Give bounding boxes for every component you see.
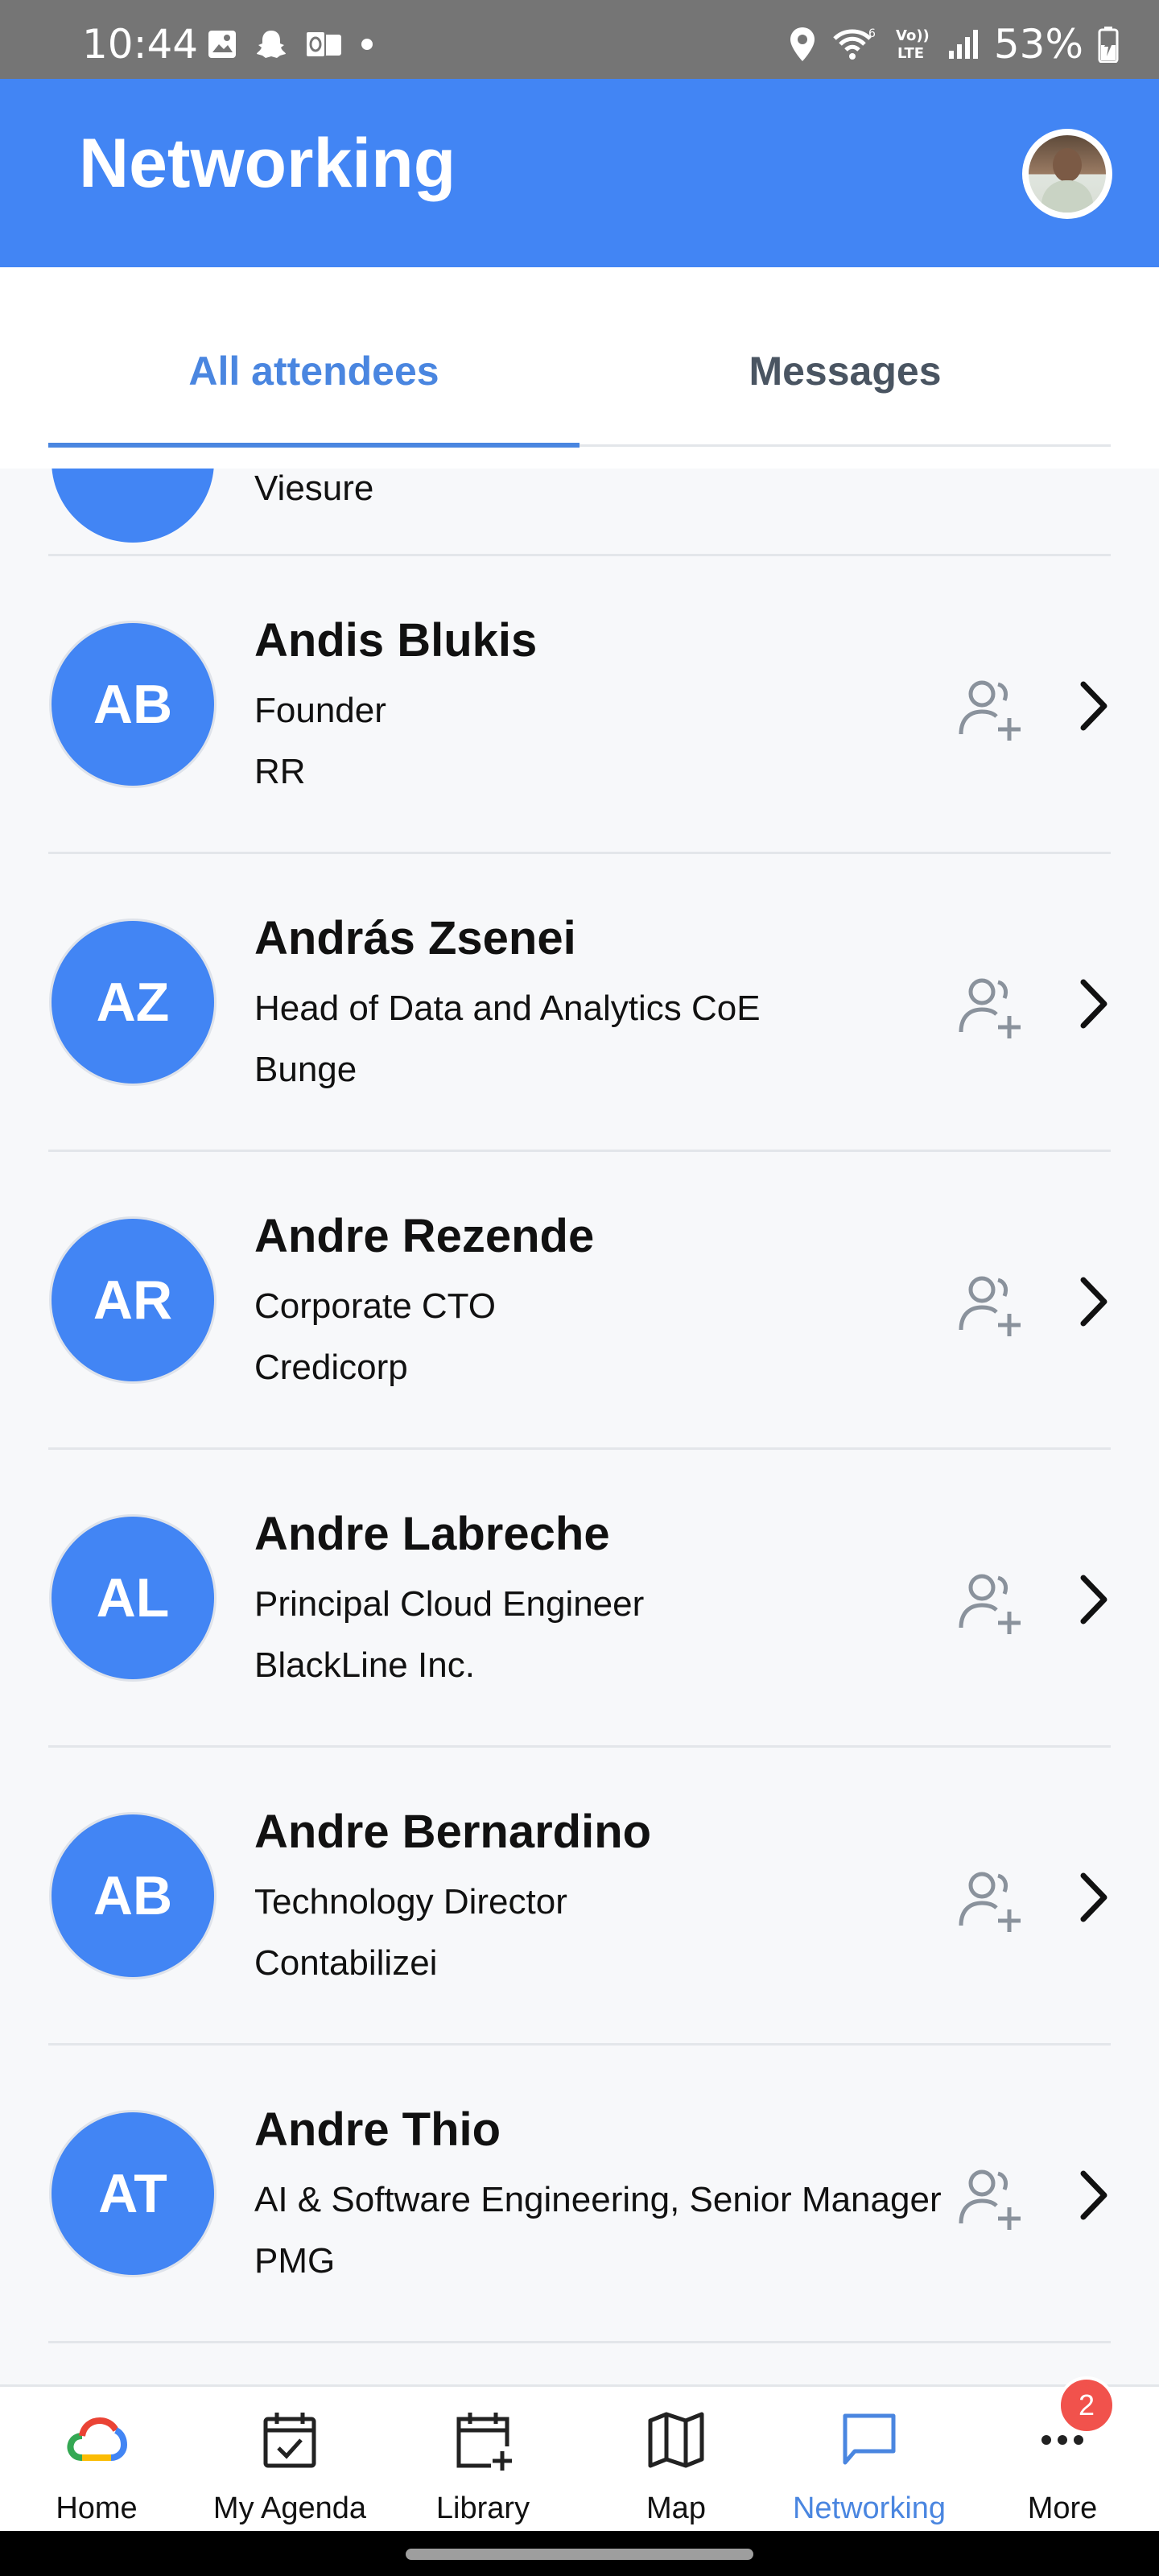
app-bar: Networking <box>0 79 1159 267</box>
system-icons: 6 Vo)) LTE 53% <box>788 21 1119 68</box>
attendee-name: Andre Labreche <box>254 1508 610 1560</box>
volte-icon: Vo))LTE <box>896 27 930 62</box>
chevron-right-icon[interactable] <box>1074 976 1114 1032</box>
location-icon <box>790 27 815 61</box>
status-bar: 10:44 6 Vo)) LTE 53% <box>0 0 1159 79</box>
tab-bar: All attendees Messages <box>0 267 1159 469</box>
map-icon <box>648 2412 704 2468</box>
attendee-avatar <box>52 469 214 543</box>
battery-percent: 53% <box>993 21 1083 68</box>
calendar-check-icon <box>263 2413 316 2468</box>
add-contact-icon[interactable] <box>958 972 1027 1042</box>
notification-icons <box>206 27 375 61</box>
notification-badge: 2 <box>1058 2376 1116 2434</box>
nav-library-label: Library <box>435 2491 530 2525</box>
attendee-avatar: AR <box>52 1219 214 1381</box>
attendee-avatar: AT <box>52 2112 214 2275</box>
nav-networking[interactable]: Networking <box>773 2403 966 2525</box>
chevron-right-icon[interactable] <box>1074 1869 1114 1926</box>
nav-networking-label: Networking <box>792 2491 947 2525</box>
avatar-photo <box>1029 135 1106 213</box>
list-divider <box>48 2341 1111 2343</box>
add-contact-icon[interactable] <box>958 2164 1027 2233</box>
svg-text:LTE: LTE <box>897 45 924 62</box>
attendee-company: BlackLine Inc. <box>254 1645 475 1685</box>
tab-active-indicator <box>48 443 580 448</box>
svg-text:Vo)): Vo)) <box>896 27 930 44</box>
list-item[interactable]: AB Andre Bernardino Technology Director … <box>0 1747 1159 2045</box>
calendar-add-icon <box>456 2413 512 2471</box>
list-item[interactable]: AB Andis Blukis Founder RR <box>0 555 1159 853</box>
page-title: Networking <box>79 125 456 202</box>
attendee-company: RR <box>254 752 306 791</box>
nav-my-agenda-label: My Agenda <box>212 2491 367 2525</box>
bottom-navigation: Home My Agenda Library Map Networking Mo… <box>0 2384 1159 2531</box>
attendee-name: Andis Blukis <box>254 614 538 667</box>
chevron-right-icon[interactable] <box>1074 1274 1114 1330</box>
gallery-icon <box>208 31 236 58</box>
attendee-role: AI & Software Engineering, Senior Manage… <box>254 2180 942 2219</box>
attendee-company: Bunge <box>254 1050 357 1089</box>
add-contact-icon[interactable] <box>958 1568 1027 1637</box>
attendee-company: Credicorp <box>254 1348 408 1387</box>
status-time: 10:44 <box>82 21 199 68</box>
attendee-role: Founder <box>254 691 386 730</box>
outlook-icon <box>305 31 341 58</box>
list-item-partial[interactable]: Viesure <box>0 469 1159 554</box>
attendee-name: Andre Bernardino <box>254 1806 652 1858</box>
add-contact-icon[interactable] <box>958 675 1027 744</box>
chevron-right-icon[interactable] <box>1074 678 1114 734</box>
attendee-list[interactable]: Viesure AB Andis Blukis Founder RR AZ An… <box>0 469 1159 2384</box>
tab-messages[interactable]: Messages <box>580 348 1111 394</box>
system-gesture-bar <box>0 2531 1159 2576</box>
nav-map-label: Map <box>646 2491 706 2525</box>
attendee-avatar: AL <box>52 1517 214 1679</box>
nav-home[interactable]: Home <box>0 2403 193 2525</box>
list-item[interactable]: AZ András Zsenei Head of Data and Analyt… <box>0 853 1159 1151</box>
battery-charging-icon <box>1098 27 1119 63</box>
attendee-role: Corporate CTO <box>254 1286 496 1326</box>
tab-divider <box>580 444 1111 447</box>
wifi-6-icon: 6 <box>833 27 876 60</box>
attendee-company: PMG <box>254 2241 336 2281</box>
nav-my-agenda[interactable]: My Agenda <box>193 2403 386 2525</box>
attendee-company: Viesure <box>254 469 374 508</box>
signal-icon <box>948 30 978 59</box>
chevron-right-icon[interactable] <box>1074 1571 1114 1628</box>
attendee-avatar: AB <box>52 1814 214 1977</box>
dot-icon <box>361 39 373 50</box>
google-cloud-icon <box>67 2417 127 2461</box>
add-contact-icon[interactable] <box>958 1270 1027 1340</box>
list-item[interactable]: AT Andre Thio AI & Software Engineering,… <box>0 2045 1159 2343</box>
svg-text:6: 6 <box>868 27 876 40</box>
attendee-avatar: AB <box>52 623 214 786</box>
snapchat-icon <box>257 31 286 58</box>
home-gesture-pill[interactable] <box>406 2549 753 2560</box>
attendee-company: Contabilizei <box>254 1943 438 1983</box>
attendee-role: Technology Director <box>254 1882 567 1922</box>
tab-all-attendees[interactable]: All attendees <box>48 348 580 394</box>
nav-home-label: Home <box>56 2491 138 2525</box>
attendee-avatar: AZ <box>52 921 214 1084</box>
attendee-name: Andre Thio <box>254 2103 501 2156</box>
attendee-name: András Zsenei <box>254 912 576 964</box>
profile-avatar[interactable] <box>1022 129 1112 219</box>
list-item[interactable]: AL Andre Labreche Principal Cloud Engine… <box>0 1449 1159 1747</box>
attendee-role: Principal Cloud Engineer <box>254 1584 645 1624</box>
attendee-name: Andre Rezende <box>254 1210 595 1262</box>
attendee-role: Head of Data and Analytics CoE <box>254 989 761 1028</box>
nav-more-label: More <box>1027 2491 1098 2525</box>
chat-icon <box>843 2413 896 2465</box>
nav-library[interactable]: Library <box>386 2403 580 2525</box>
add-contact-icon[interactable] <box>958 1866 1027 1935</box>
list-item[interactable]: AR Andre Rezende Corporate CTO Credicorp <box>0 1151 1159 1449</box>
nav-map[interactable]: Map <box>580 2403 773 2525</box>
chevron-right-icon[interactable] <box>1074 2167 1114 2223</box>
